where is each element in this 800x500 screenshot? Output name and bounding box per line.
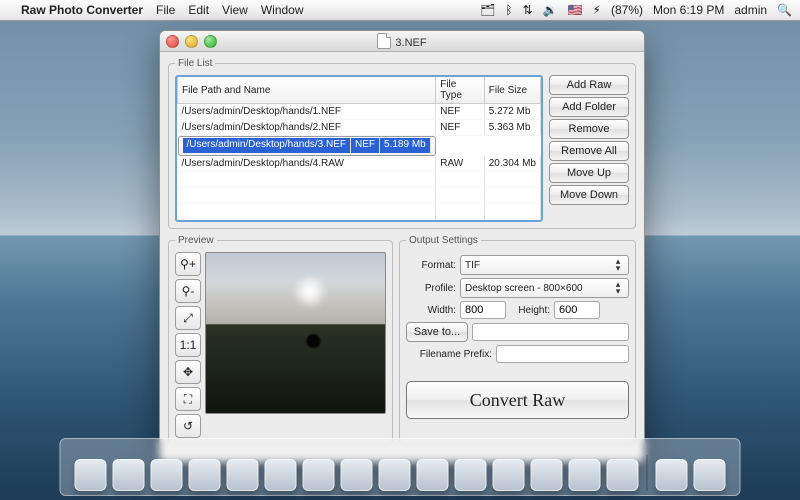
window-title: 3.NEF [160, 33, 644, 49]
chevron-updown-icon: ▴▾ [612, 281, 624, 295]
volume-icon[interactable]: 🔉 [543, 3, 558, 17]
output-group: Output Settings Format: TIF ▴▾ Profile: … [399, 235, 636, 445]
dock-app[interactable] [227, 459, 259, 491]
table-row[interactable]: /Users/admin/Desktop/hands/4.RAWRAW20.30… [178, 156, 541, 172]
document-proxy-icon[interactable] [377, 33, 391, 49]
table-row[interactable] [178, 172, 541, 188]
dock-app[interactable] [607, 459, 639, 491]
convert-button[interactable]: Convert Raw [406, 381, 629, 419]
width-input[interactable] [460, 301, 506, 319]
reset-icon[interactable]: ↺ [175, 414, 201, 438]
fit-icon[interactable]: ⤢ [175, 306, 201, 330]
input-source-icon[interactable]: 🇺🇸 [568, 3, 583, 17]
dock-app[interactable] [303, 459, 335, 491]
user-menu[interactable]: admin [734, 3, 767, 17]
move-up-button[interactable]: Move Up [549, 163, 629, 183]
prefix-label: Filename Prefix: [406, 349, 492, 360]
battery-status[interactable]: (87%) [611, 3, 643, 17]
dock-app[interactable] [493, 459, 525, 491]
file-table[interactable]: File Path and Name File Type File Size /… [175, 75, 543, 222]
app-window: 3.NEF File List File Path and Name File … [159, 30, 645, 462]
titlebar[interactable]: 3.NEF [160, 31, 644, 52]
dock-app[interactable] [379, 459, 411, 491]
clock[interactable]: Mon 6:19 PM [653, 3, 724, 17]
bluetooth-icon[interactable]: ᛒ [505, 3, 512, 17]
output-legend: Output Settings [406, 235, 481, 246]
spotlight-icon[interactable]: 🔍 [777, 3, 792, 17]
zoom-out-icon[interactable]: ⚲- [175, 279, 201, 303]
preview-group: Preview ⚲+ ⚲- ⤢ 1:1 ✥ ⛶ ↺ [168, 235, 393, 445]
dock-app[interactable] [151, 459, 183, 491]
col-path[interactable]: File Path and Name [178, 77, 436, 104]
add-folder-button[interactable]: Add Folder [549, 97, 629, 117]
table-row[interactable] [178, 188, 541, 204]
profile-label: Profile: [406, 283, 456, 294]
dock-app[interactable] [531, 459, 563, 491]
table-row[interactable]: /Users/admin/Desktop/hands/3.NEFNEF5.189… [178, 136, 436, 156]
table-row[interactable]: /Users/admin/Desktop/hands/1.NEFNEF5.272… [178, 104, 541, 120]
file-menu[interactable]: File [156, 3, 175, 17]
table-row[interactable]: /Users/admin/Desktop/hands/2.NEFNEF5.363… [178, 120, 541, 136]
power-icon[interactable]: ⚡︎ [593, 3, 601, 17]
app-menu[interactable]: Raw Photo Converter [21, 3, 143, 17]
dock-trash[interactable] [694, 459, 726, 491]
remove-all-button[interactable]: Remove All [549, 141, 629, 161]
dock-app[interactable] [569, 459, 601, 491]
height-input[interactable] [554, 301, 600, 319]
filelist-legend: File List [175, 58, 215, 69]
move-down-button[interactable]: Move Down [549, 185, 629, 205]
format-select[interactable]: TIF ▴▾ [460, 255, 629, 275]
width-label: Width: [406, 305, 456, 316]
sync-icon[interactable]: ⇅ [523, 3, 533, 17]
dock-app[interactable] [417, 459, 449, 491]
actual-size-icon[interactable]: 1:1 [175, 333, 201, 357]
profile-select[interactable]: Desktop screen - 800×600 ▴▾ [460, 278, 629, 298]
dock-separator [647, 455, 648, 491]
preview-legend: Preview [175, 235, 217, 246]
pan-icon[interactable]: ✥ [175, 360, 201, 384]
window-menu[interactable]: Window [261, 3, 304, 17]
filelist-group: File List File Path and Name File Type F… [168, 58, 636, 229]
prefix-input[interactable] [496, 345, 629, 363]
col-size[interactable]: File Size [484, 77, 540, 104]
mac-menubar: Raw Photo Converter File Edit View Windo… [0, 0, 800, 21]
image-preview[interactable] [205, 252, 386, 414]
chevron-updown-icon: ▴▾ [612, 258, 624, 272]
dock-app[interactable] [341, 459, 373, 491]
col-type[interactable]: File Type [436, 77, 485, 104]
zoom-button[interactable] [204, 35, 217, 48]
dock[interactable] [60, 438, 741, 496]
menu-extra-icon[interactable]: 🗂 [480, 3, 495, 17]
add-raw-button[interactable]: Add Raw [549, 75, 629, 95]
dock-app[interactable] [189, 459, 221, 491]
format-label: Format: [406, 260, 456, 271]
fullscreen-icon[interactable]: ⛶ [175, 387, 201, 411]
table-row[interactable] [178, 204, 541, 220]
edit-menu[interactable]: Edit [188, 3, 209, 17]
dock-app[interactable] [265, 459, 297, 491]
view-menu[interactable]: View [222, 3, 248, 17]
dock-app[interactable] [455, 459, 487, 491]
saveto-button[interactable]: Save to... [406, 322, 468, 342]
dock-folder[interactable] [656, 459, 688, 491]
close-button[interactable] [166, 35, 179, 48]
height-label: Height: [510, 305, 550, 316]
minimize-button[interactable] [185, 35, 198, 48]
dock-app[interactable] [75, 459, 107, 491]
remove-button[interactable]: Remove [549, 119, 629, 139]
dock-app[interactable] [113, 459, 145, 491]
saveto-path[interactable] [472, 323, 629, 341]
zoom-in-icon[interactable]: ⚲+ [175, 252, 201, 276]
